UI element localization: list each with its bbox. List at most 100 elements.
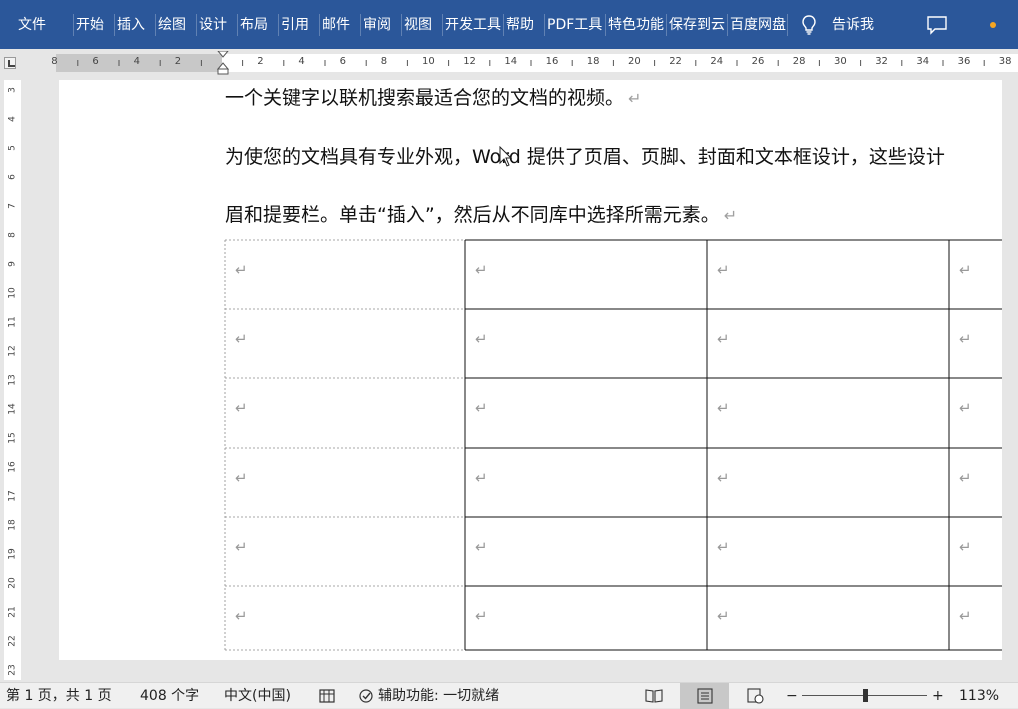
- ruler-number: 20: [628, 56, 641, 67]
- ribbon-tab-bar: 文件 开始 插入 绘图 设计 布局 引用 邮件 审阅 视图 开发工具 帮助 PDF工具 特色功能 保存到云百…: [0, 0, 1018, 49]
- ribbon-tab-13[interactable]: PDF工具: [547, 0, 603, 49]
- ribbon-tab-2[interactable]: 开始: [76, 0, 112, 49]
- table-cell-mark-icon: ↵: [717, 538, 730, 556]
- ribbon-tab-14[interactable]: 特色功能: [608, 0, 664, 49]
- tab-separator: [360, 14, 361, 36]
- web-layout-icon[interactable]: [746, 688, 764, 704]
- table-cell-mark-icon: ↵: [959, 399, 972, 417]
- ruler-number: 34: [916, 56, 930, 67]
- ruler-number: 6: [339, 56, 346, 67]
- zoom-slider-thumb[interactable]: [863, 689, 868, 702]
- ribbon-tab-7[interactable]: 引用: [281, 0, 317, 49]
- vertical-ruler-number: 9: [7, 261, 18, 267]
- ruler-number: 2: [174, 56, 182, 67]
- vertical-ruler-number: 19: [7, 548, 18, 560]
- vertical-ruler-number: 13: [7, 374, 18, 386]
- table-cell-mark-icon: ↵: [717, 607, 730, 625]
- vertical-ruler-number: 20: [7, 577, 18, 589]
- vertical-ruler-number: 10: [7, 287, 18, 299]
- vertical-ruler-number: 11: [7, 316, 18, 328]
- vertical-ruler-number: 5: [7, 145, 18, 151]
- word-count[interactable]: 408 个字: [140, 683, 199, 709]
- document-page[interactable]: 一个关键字以联机搜索最适合您的文档的视频。 ↵ 为使您的文档具有专业外观，Word…: [59, 80, 1002, 660]
- ruler-number: 14: [504, 56, 518, 67]
- vertical-ruler-number: 17: [7, 490, 18, 502]
- ribbon-tab-10[interactable]: 视图: [404, 0, 440, 49]
- ribbon-tab-1[interactable]: 文件: [18, 0, 58, 49]
- table-cell-mark-icon: ↵: [235, 607, 248, 625]
- tab-separator: [319, 14, 320, 36]
- zoom-out-button[interactable]: −: [786, 683, 798, 709]
- vertical-ruler[interactable]: 3 4 5 6 7 8 9 10 11 12 13 14 15 16 17 18 19 20 21 22 23: [4, 80, 21, 680]
- status-bar: 第 1 页，共 1 页 408 个字 中文(中国) 辅助功能: 一切就绪 − +…: [0, 682, 1018, 709]
- ribbon-tab-4[interactable]: 绘图: [158, 0, 194, 49]
- ruler-number: 4: [133, 56, 140, 67]
- table-cell-mark-icon: ↵: [475, 399, 488, 417]
- ribbon-tab-15[interactable]: 保存到云: [669, 0, 725, 49]
- page-count[interactable]: 第 1 页，共 1 页: [6, 683, 112, 709]
- ruler-number: 26: [751, 56, 765, 67]
- ribbon-tab-11[interactable]: 开发工具: [445, 0, 501, 49]
- tab-selector-button[interactable]: [4, 57, 16, 69]
- tab-separator: [401, 14, 402, 36]
- vertical-ruler-number: 21: [7, 606, 18, 618]
- lightbulb-icon[interactable]: [801, 14, 817, 36]
- ruler-number: 28: [792, 56, 806, 67]
- table-cell-mark-icon: ↵: [717, 261, 730, 279]
- ruler-number: 8: [380, 56, 388, 67]
- language-indicator[interactable]: 中文(中国): [224, 683, 291, 709]
- table-cell-mark-icon: ↵: [475, 330, 488, 348]
- ribbon-tab-6[interactable]: 布局: [240, 0, 276, 49]
- vertical-ruler-number: 23: [7, 664, 18, 676]
- ruler-number: 6: [92, 56, 99, 67]
- accessibility-status[interactable]: 辅助功能: 一切就绪: [378, 683, 499, 709]
- ruler-number: 8: [51, 56, 58, 67]
- table-cell-mark-icon: ↵: [475, 469, 488, 487]
- table-cell-mark-icon: ↵: [475, 607, 488, 625]
- ruler-number: 30: [834, 56, 847, 67]
- tell-me-box[interactable]: 告诉我: [832, 0, 874, 50]
- tab-separator: [278, 14, 279, 36]
- table-cell-mark-icon: ↵: [475, 538, 488, 556]
- ruler-number: 38: [998, 56, 1012, 67]
- read-mode-icon[interactable]: [645, 688, 663, 704]
- ribbon-tab-16[interactable]: 百度网盘: [730, 0, 786, 49]
- ruler-number: 18: [586, 56, 600, 67]
- ribbon-tab-5[interactable]: 设计: [199, 0, 235, 49]
- status-dot-icon: [990, 22, 996, 28]
- ruler-number: 4: [298, 56, 305, 67]
- vertical-ruler-number: 18: [7, 519, 18, 531]
- tab-separator: [666, 14, 667, 36]
- ruler-number: 36: [957, 56, 971, 67]
- vertical-ruler-number: 22: [7, 635, 18, 647]
- vertical-ruler-number: 15: [7, 432, 18, 444]
- table-cell-mark-icon: ↵: [717, 330, 730, 348]
- document-table[interactable]: [59, 80, 1002, 660]
- tab-separator: [114, 14, 115, 36]
- table-cell-mark-icon: ↵: [235, 469, 248, 487]
- ribbon-tab-3[interactable]: 插入: [117, 0, 153, 49]
- ribbon-tab-12[interactable]: 帮助: [506, 0, 542, 49]
- table-cell-mark-icon: ↵: [235, 261, 248, 279]
- table-cell-mark-icon: ↵: [475, 261, 488, 279]
- table-cell-mark-icon: ↵: [235, 399, 248, 417]
- vertical-ruler-number: 3: [7, 87, 18, 93]
- print-layout-icon: [697, 688, 713, 704]
- table-cell-mark-icon: ↵: [717, 469, 730, 487]
- horizontal-ruler[interactable]: 8 6 4 2 2 4 6 8 10 12 14 16 18 20 22 24 26 28 30 32 34 36 38: [51, 51, 1018, 75]
- vertical-ruler-number: 6: [7, 174, 18, 180]
- print-layout-button[interactable]: [680, 683, 729, 709]
- table-cell-mark-icon: ↵: [959, 607, 972, 625]
- ribbon-tab-9[interactable]: 审阅: [363, 0, 399, 49]
- ribbon-tab-8[interactable]: 邮件: [322, 0, 358, 49]
- zoom-level[interactable]: 113%: [959, 683, 999, 709]
- indent-marker-icon[interactable]: [217, 51, 229, 75]
- ruler-number: 10: [422, 56, 435, 67]
- macro-icon[interactable]: [319, 688, 335, 704]
- vertical-ruler-number: 16: [7, 461, 18, 473]
- comments-icon[interactable]: [926, 15, 948, 35]
- zoom-in-button[interactable]: +: [932, 683, 944, 709]
- accessibility-icon[interactable]: [358, 688, 376, 704]
- mouse-cursor-icon: [499, 146, 513, 167]
- ruler-number: 32: [875, 56, 888, 67]
